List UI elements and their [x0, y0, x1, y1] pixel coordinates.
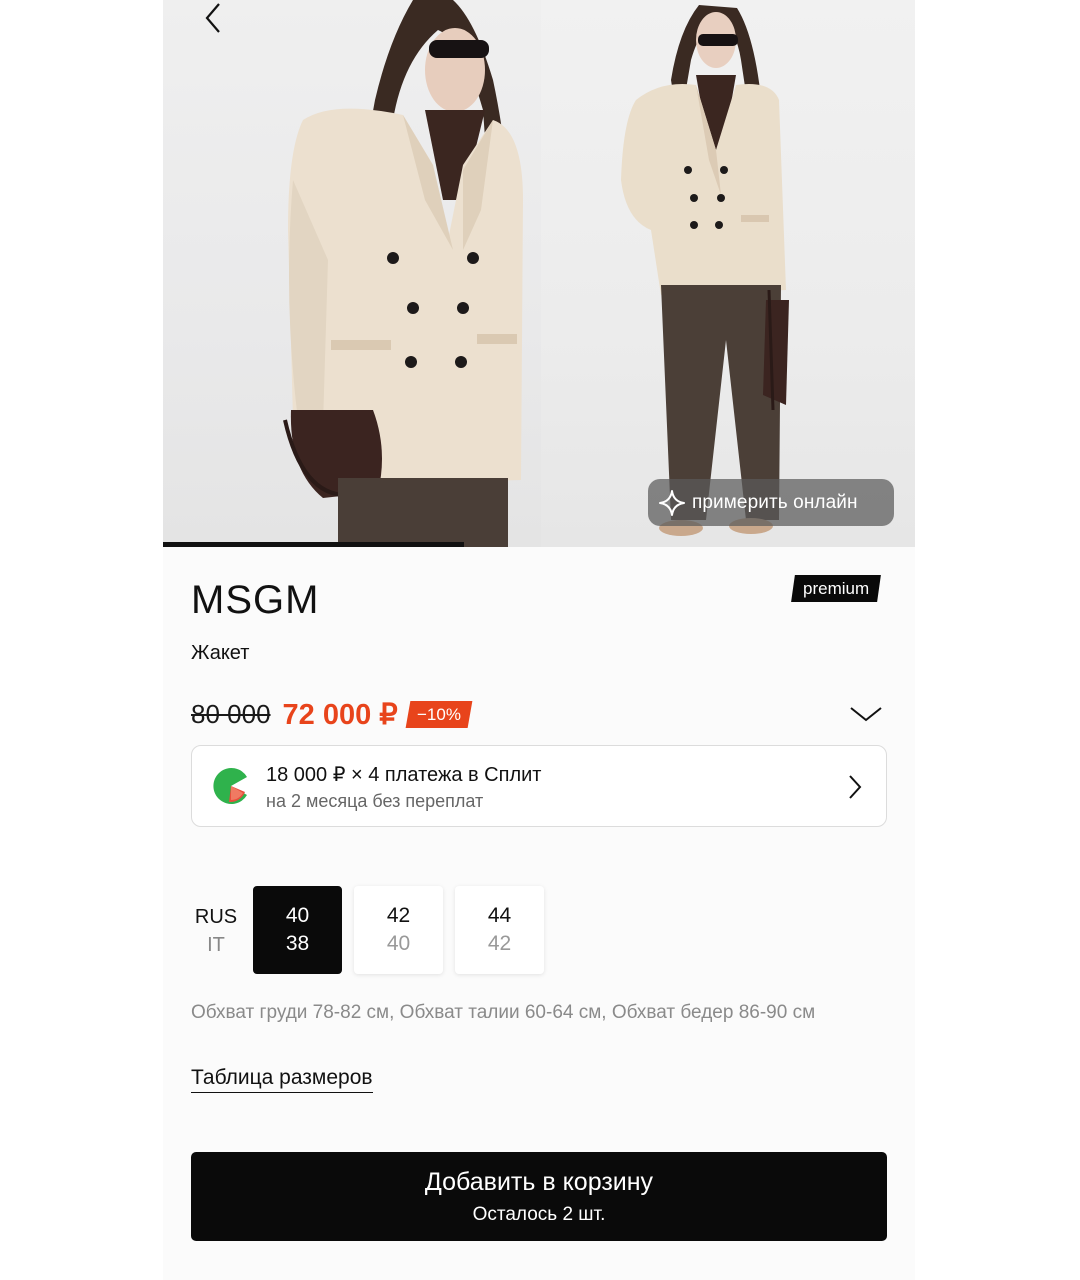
- expand-price-button[interactable]: [847, 700, 885, 728]
- size-option[interactable]: 44 42: [455, 886, 544, 974]
- split-logo-icon: [213, 768, 247, 804]
- size-table-link[interactable]: Таблица размеров: [191, 1066, 373, 1093]
- split-subtitle: на 2 месяца без переплат: [266, 791, 484, 811]
- old-price: 80 000: [191, 698, 271, 729]
- try-on-button[interactable]: примерить онлайн: [648, 479, 894, 526]
- size-rus: 40: [285, 904, 310, 927]
- sparkle-icon: [659, 489, 685, 516]
- chevron-left-icon: [205, 3, 220, 33]
- back-button[interactable]: [195, 0, 231, 38]
- stock-left-label: Осталось 2 шт.: [472, 1204, 606, 1225]
- gallery-progress: [163, 542, 915, 547]
- size-it: 42: [487, 932, 512, 955]
- product-page: примерить онлайн premium MSGM Жакет 80 0…: [163, 0, 915, 1280]
- split-title: 18 000 ₽ × 4 платежа в Сплит: [266, 764, 542, 786]
- size-system-rus: RUS: [194, 906, 238, 928]
- chevron-down-icon: [850, 707, 882, 722]
- size-rus: 44: [487, 904, 512, 927]
- premium-badge-text: premium: [803, 579, 870, 598]
- add-to-cart-label: Добавить в корзину: [424, 1168, 654, 1196]
- gallery-progress-fill: [163, 542, 464, 547]
- discount-text: −10%: [416, 704, 461, 724]
- size-it: 40: [386, 932, 411, 955]
- product-photo-full[interactable]: [541, 0, 915, 547]
- size-selector: 40 38 42 40 44 42: [253, 886, 544, 974]
- price-row: 80 000 72 000 ₽ −10%: [191, 696, 473, 732]
- size-system-labels: RUS IT: [191, 903, 241, 959]
- product-brand[interactable]: MSGM: [191, 578, 319, 623]
- premium-badge: premium: [791, 575, 882, 602]
- size-system-it: IT: [207, 934, 225, 956]
- size-it: 38: [285, 932, 310, 955]
- size-rus: 42: [386, 904, 411, 927]
- product-photo-front[interactable]: [163, 0, 541, 547]
- chevron-right-icon: [849, 775, 862, 799]
- add-to-cart-button[interactable]: Добавить в корзину Осталось 2 шт.: [191, 1152, 887, 1241]
- product-gallery[interactable]: примерить онлайн: [163, 0, 915, 547]
- product-type: Жакет: [191, 642, 250, 664]
- try-on-label: примерить онлайн: [692, 491, 858, 513]
- size-option[interactable]: 42 40: [354, 886, 443, 974]
- size-measurements: Обхват груди 78-82 см, Обхват талии 60-6…: [191, 1002, 816, 1023]
- discount-badge: −10%: [405, 700, 473, 728]
- current-price: 72 000 ₽: [282, 698, 398, 731]
- size-option[interactable]: 40 38: [253, 886, 342, 974]
- split-payment-card[interactable]: 18 000 ₽ × 4 платежа в Сплит на 2 месяца…: [191, 745, 887, 827]
